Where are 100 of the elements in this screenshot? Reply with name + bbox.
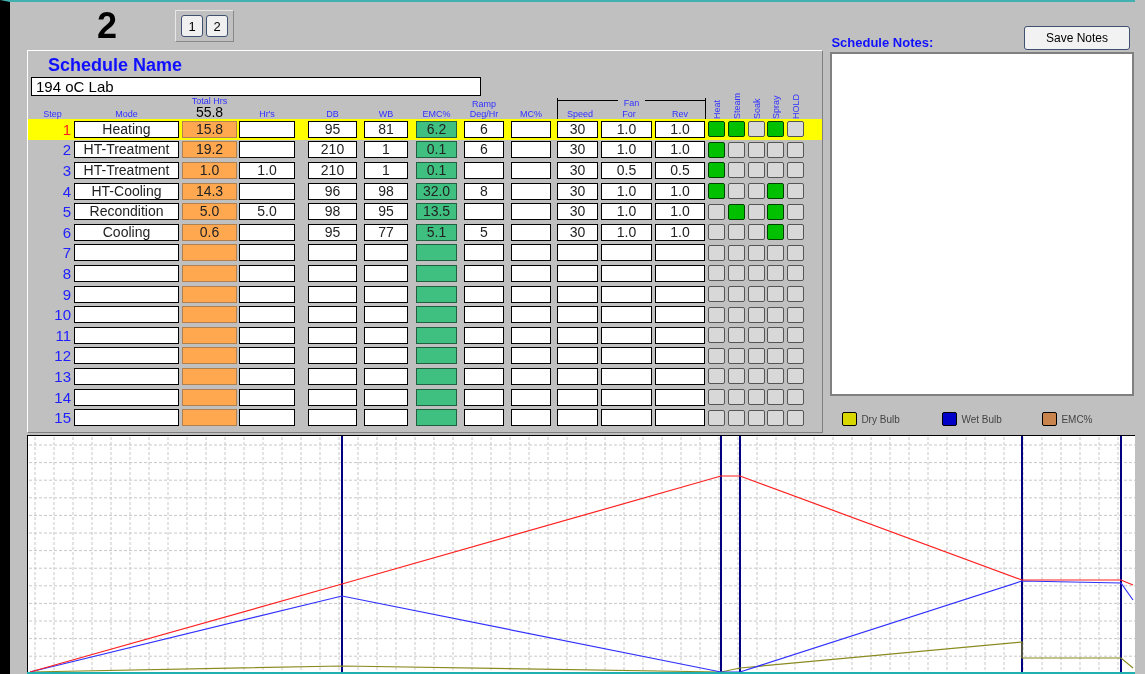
hours-field[interactable] [239,223,295,241]
fan-speed-field[interactable] [557,326,598,344]
dry-bulb-field[interactable]: 98 [308,203,357,221]
step-row[interactable]: 13 [28,366,823,387]
hours-field[interactable] [239,120,295,138]
fan-forward-field[interactable] [601,244,652,262]
ramp-field[interactable]: 6 [464,141,504,159]
mode-field[interactable]: HT-Cooling [74,182,179,200]
step-row[interactable]: 3 HT-Treatment 1.0 1.0 210 1 0.1 30 0.5 0.5 [28,160,823,181]
fan-speed-field[interactable]: 30 [557,162,598,179]
steam-toggle[interactable] [728,121,745,138]
hold-toggle[interactable] [787,409,804,426]
step-row[interactable]: 5 Recondition 5.0 5.0 98 95 13.5 30 1.0 1.0 [28,201,823,222]
heat-toggle[interactable] [708,162,725,179]
wet-bulb-field[interactable] [364,388,408,406]
fan-speed-field[interactable] [557,306,598,324]
steam-toggle[interactable] [728,368,745,385]
mc-field[interactable] [511,347,551,365]
wet-bulb-field[interactable] [364,244,408,262]
mc-field[interactable] [511,244,551,262]
soak-toggle[interactable] [748,368,765,385]
dry-bulb-field[interactable] [308,409,357,427]
steam-toggle[interactable] [728,409,745,426]
hold-toggle[interactable] [787,327,804,344]
fan-reverse-field[interactable] [655,367,705,385]
mc-field[interactable] [511,285,551,303]
fan-reverse-field[interactable] [655,388,705,406]
fan-reverse-field[interactable] [655,326,705,344]
hold-toggle[interactable] [787,368,804,385]
soak-toggle[interactable] [748,389,765,405]
ramp-field[interactable]: 6 [464,120,504,138]
hold-toggle[interactable] [787,183,804,200]
mode-field[interactable]: Heating [74,120,179,138]
fan-speed-field[interactable] [557,244,598,262]
step-row[interactable]: 1 Heating 15.8 95 81 6.2 6 30 1.0 1.0 [28,119,823,140]
hold-toggle[interactable] [787,347,804,364]
soak-toggle[interactable] [748,327,765,344]
save-notes-button[interactable]: Save Notes [1024,26,1130,50]
fan-forward-field[interactable]: 1.0 [601,182,652,200]
heat-toggle[interactable] [708,121,725,138]
heat-toggle[interactable] [708,141,725,158]
fan-forward-field[interactable] [601,306,652,324]
fan-forward-field[interactable]: 1.0 [601,203,652,221]
fan-reverse-field[interactable] [655,285,705,303]
hold-toggle[interactable] [787,224,804,241]
fan-reverse-field[interactable] [655,306,705,324]
mc-field[interactable] [511,182,551,200]
ramp-field[interactable] [464,388,504,406]
dry-bulb-field[interactable]: 95 [308,120,357,138]
spray-toggle[interactable] [767,389,784,405]
ramp-field[interactable] [464,306,504,324]
heat-toggle[interactable] [708,306,725,323]
hours-field[interactable] [239,347,295,365]
steam-toggle[interactable] [728,347,745,364]
steam-toggle[interactable] [728,224,745,241]
mc-field[interactable] [511,388,551,406]
steam-toggle[interactable] [728,389,745,405]
wet-bulb-field[interactable] [364,264,408,282]
mc-field[interactable] [511,264,551,282]
steam-toggle[interactable] [728,306,745,323]
spray-toggle[interactable] [767,347,784,364]
wet-bulb-field[interactable]: 98 [364,182,408,200]
fan-reverse-field[interactable] [655,264,705,282]
dry-bulb-field[interactable]: 210 [308,162,357,179]
fan-reverse-field[interactable]: 0.5 [655,162,705,179]
soak-toggle[interactable] [748,306,765,323]
hours-field[interactable] [239,244,295,262]
spray-toggle[interactable] [767,121,784,138]
step-row[interactable]: 6 Cooling 0.6 95 77 5.1 5 30 1.0 1.0 [28,221,823,243]
step-row[interactable]: 2 HT-Treatment 19.2 210 1 0.1 6 30 1.0 1.0 [28,139,823,161]
wet-bulb-field[interactable]: 95 [364,203,408,221]
fan-speed-field[interactable] [557,285,598,303]
fan-reverse-field[interactable] [655,244,705,262]
mode-field[interactable] [74,264,179,282]
spray-toggle[interactable] [767,368,784,385]
wet-bulb-field[interactable]: 81 [364,120,408,138]
spray-toggle[interactable] [767,409,784,426]
spray-toggle[interactable] [767,162,784,179]
steam-toggle[interactable] [728,286,745,303]
hours-field[interactable] [239,264,295,282]
fan-reverse-field[interactable]: 1.0 [655,141,705,159]
ramp-field[interactable] [464,203,504,221]
dry-bulb-field[interactable] [308,264,357,282]
fan-speed-field[interactable] [557,264,598,282]
fan-speed-field[interactable] [557,367,598,385]
fan-forward-field[interactable] [601,367,652,385]
step-row[interactable]: 12 [28,345,823,367]
mc-field[interactable] [511,326,551,344]
ramp-field[interactable] [464,285,504,303]
fan-speed-field[interactable] [557,409,598,427]
fan-forward-field[interactable]: 0.5 [601,162,652,179]
mode-field[interactable] [74,244,179,262]
dry-bulb-field[interactable] [308,306,357,324]
mc-field[interactable] [511,223,551,241]
spray-toggle[interactable] [767,306,784,323]
hours-field[interactable] [239,306,295,324]
steam-toggle[interactable] [728,265,745,282]
fan-reverse-field[interactable] [655,409,705,427]
hold-toggle[interactable] [787,286,804,303]
dry-bulb-field[interactable] [308,326,357,344]
